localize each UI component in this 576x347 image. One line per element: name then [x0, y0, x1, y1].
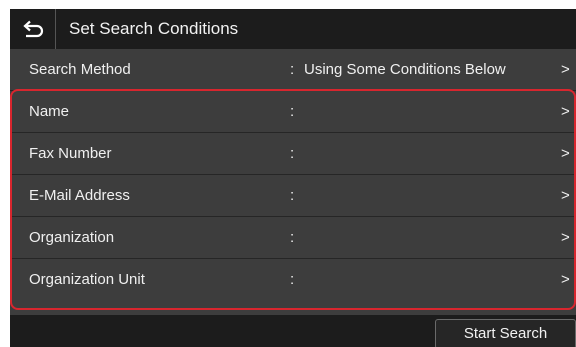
condition-row-name[interactable]: Name : >	[10, 91, 576, 133]
condition-colon: :	[290, 103, 295, 120]
chevron-right-icon: >	[561, 229, 570, 246]
search-method-value: Using Some Conditions Below	[304, 61, 506, 78]
back-arrow-icon	[22, 20, 44, 38]
condition-row-email-address[interactable]: E-Mail Address : >	[10, 175, 576, 217]
condition-row-fax-number[interactable]: Fax Number : >	[10, 133, 576, 175]
start-search-button[interactable]: Start Search	[435, 319, 576, 347]
search-conditions-screen: Set Search Conditions Search Method : Us…	[10, 9, 576, 347]
title-bar: Set Search Conditions	[10, 9, 576, 49]
condition-colon: :	[290, 271, 295, 288]
condition-label: Name	[29, 103, 70, 120]
search-method-colon: :	[290, 61, 295, 78]
condition-label: Organization Unit	[29, 271, 145, 288]
bottom-bar: Start Search	[10, 315, 576, 347]
chevron-right-icon: >	[561, 145, 570, 162]
condition-label: Organization	[29, 229, 115, 246]
condition-label: Fax Number	[29, 145, 112, 162]
condition-row-organization-unit[interactable]: Organization Unit : >	[10, 259, 576, 301]
condition-colon: :	[290, 145, 295, 162]
condition-colon: :	[290, 187, 295, 204]
condition-label: E-Mail Address	[29, 187, 130, 204]
back-button[interactable]	[10, 9, 56, 49]
condition-colon: :	[290, 229, 295, 246]
chevron-right-icon: >	[561, 103, 570, 120]
search-method-row[interactable]: Search Method : Using Some Conditions Be…	[10, 49, 576, 91]
page-title: Set Search Conditions	[69, 19, 239, 38]
search-method-label: Search Method	[29, 61, 131, 78]
chevron-right-icon: >	[561, 271, 570, 288]
chevron-right-icon: >	[561, 61, 570, 78]
condition-row-organization[interactable]: Organization : >	[10, 217, 576, 259]
chevron-right-icon: >	[561, 187, 570, 204]
